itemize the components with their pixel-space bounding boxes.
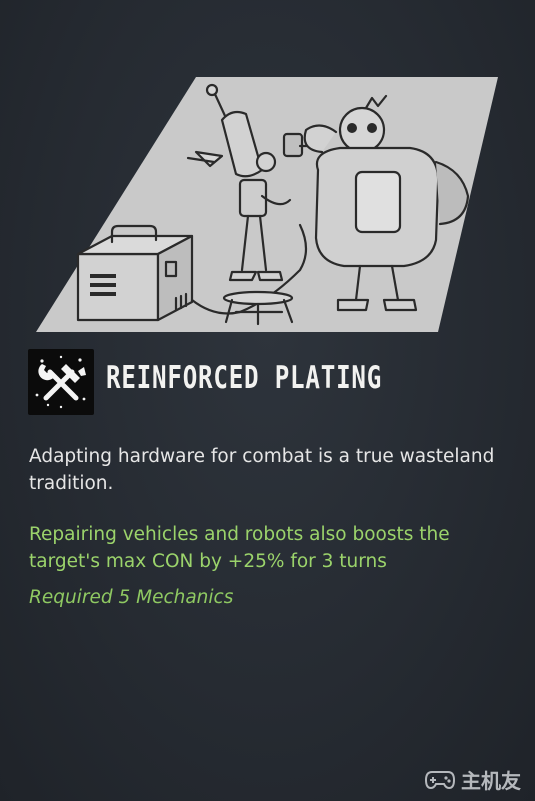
robot-repair-illustration — [36, 77, 498, 332]
perk-icon-frame — [28, 349, 94, 415]
perk-requirement: Required 5 Mechanics — [29, 587, 234, 608]
watermark: 主机友 — [425, 767, 521, 793]
perk-description: Adapting hardware for combat is a true w… — [29, 446, 495, 494]
watermark-text: 主机友 — [461, 768, 521, 793]
perk-title: REINFORCED PLATING — [106, 360, 383, 396]
perk-effect: Repairing vehicles and robots also boost… — [29, 524, 450, 572]
gamepad-icon — [425, 771, 455, 790]
wrench-hammer-icon — [35, 355, 86, 409]
